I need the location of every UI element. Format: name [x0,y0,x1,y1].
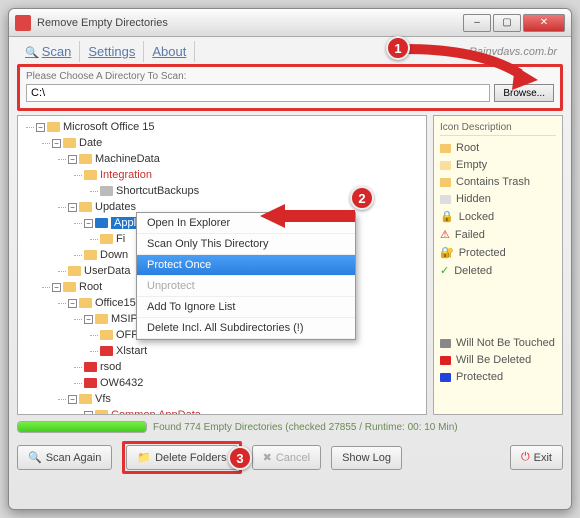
annotation-arrow-1 [400,44,540,94]
menu-about[interactable]: About [144,41,195,62]
status-text: Found 774 Empty Directories (checked 278… [153,422,458,433]
collapse-icon[interactable]: − [84,315,93,324]
search-icon: 🔍 [28,451,42,464]
scan-again-button[interactable]: 🔍Scan Again [17,445,112,470]
delete-folders-button[interactable]: 📁Delete Folders [126,445,237,470]
tree-node[interactable]: Office15 [95,297,136,309]
tree-pane[interactable]: −Microsoft Office 15 −Date −MachineData … [17,115,427,415]
tree-node[interactable]: OW6432 [100,377,143,389]
lock-icon: 🔒 [440,210,454,223]
ctx-protect-once[interactable]: Protect Once [137,255,355,276]
folder-icon [79,202,92,212]
legend-pane: Icon Description Root Empty Contains Tra… [433,115,563,415]
show-log-button[interactable]: Show Log [331,446,402,470]
folder-icon [95,314,108,324]
exit-icon: ⏻ [521,451,530,464]
cancel-icon: ✖ [263,451,272,464]
progress-bar [17,421,147,433]
warning-icon: ⚠ [440,228,450,241]
annotation-arrow-2 [260,198,360,238]
tree-node[interactable]: Vfs [95,393,111,405]
maximize-button[interactable]: ▢ [493,14,521,32]
window-controls: – ▢ ✕ [463,14,565,32]
ctx-unprotect[interactable]: Unprotect [137,276,355,297]
tree-node[interactable]: Fi [116,233,125,245]
collapse-icon[interactable]: − [84,411,93,415]
menu-scan[interactable]: Scan [17,41,80,62]
folder-delete-icon: 📁 [137,451,151,464]
collapse-icon[interactable]: − [68,203,77,212]
annotation-badge-2: 2 [350,186,374,210]
tree-node[interactable]: Date [79,137,102,149]
collapse-icon[interactable]: − [52,139,61,148]
titlebar: Remove Empty Directories – ▢ ✕ [9,9,571,37]
tree-node[interactable]: MSIP [111,313,138,325]
delete-highlight: 📁Delete Folders [122,441,241,474]
tree-node[interactable]: UserData [84,265,130,277]
button-row: 🔍Scan Again 📁Delete Folders ✖Cancel Show… [17,441,563,474]
folder-icon [79,298,92,308]
root-icon [440,144,451,153]
tree-node[interactable]: MachineData [95,153,160,165]
tree-node[interactable]: Integration [100,169,152,181]
hidden-icon [440,195,451,204]
tree-node[interactable]: ShortcutBackups [116,185,199,197]
exit-button[interactable]: ⏻Exit [510,445,563,470]
collapse-icon[interactable]: − [68,299,77,308]
protected-icon: 🔐 [440,246,454,259]
empty-icon [440,161,451,170]
tree-node[interactable]: Down [100,249,128,261]
check-icon: ✓ [440,264,449,277]
folder-icon [95,218,108,228]
ctx-delete-all[interactable]: Delete Incl. All Subdirectories (!) [137,318,355,339]
content-area: Scan Settings About Rainvdavs.com.br Ple… [9,37,571,482]
window-title: Remove Empty Directories [37,17,463,29]
menu-settings[interactable]: Settings [80,41,144,62]
tree-node[interactable]: Root [79,281,102,293]
red-square-icon [440,356,451,365]
folder-icon [84,378,97,388]
folder-icon [63,282,76,292]
tree-node[interactable]: rsod [100,361,121,373]
collapse-icon[interactable]: − [52,283,61,292]
trash-icon [440,178,451,187]
main-row: −Microsoft Office 15 −Date −MachineData … [17,115,563,415]
collapse-icon[interactable]: − [84,219,93,228]
annotation-badge-3: 3 [228,446,252,470]
minimize-button[interactable]: – [463,14,491,32]
gray-square-icon [440,339,451,348]
tree-node[interactable]: Microsoft Office 15 [63,121,155,133]
close-button[interactable]: ✕ [523,14,565,32]
folder-icon [95,410,108,415]
folder-icon [100,346,113,356]
folder-icon [84,362,97,372]
legend-header: Icon Description [440,122,556,136]
folder-icon [100,186,113,196]
tree-node[interactable]: Updates [95,201,136,213]
folder-icon [100,234,113,244]
folder-icon [63,138,76,148]
folder-icon [47,122,60,132]
folder-icon [68,266,81,276]
tree-node[interactable]: Common AppData [111,409,201,415]
folder-icon [79,394,92,404]
collapse-icon[interactable]: − [68,395,77,404]
annotation-badge-1: 1 [386,36,410,60]
cancel-button[interactable]: ✖Cancel [252,445,321,470]
folder-icon [84,250,97,260]
folder-icon [100,330,113,340]
collapse-icon[interactable]: − [36,123,45,132]
collapse-icon[interactable]: − [68,155,77,164]
app-icon [15,15,31,31]
ctx-add-ignore[interactable]: Add To Ignore List [137,297,355,318]
progress-row: Found 774 Empty Directories (checked 278… [17,421,563,433]
blue-square-icon [440,373,451,382]
tree-node[interactable]: Xlstart [116,345,147,357]
folder-icon [79,154,92,164]
folder-icon [84,170,97,180]
